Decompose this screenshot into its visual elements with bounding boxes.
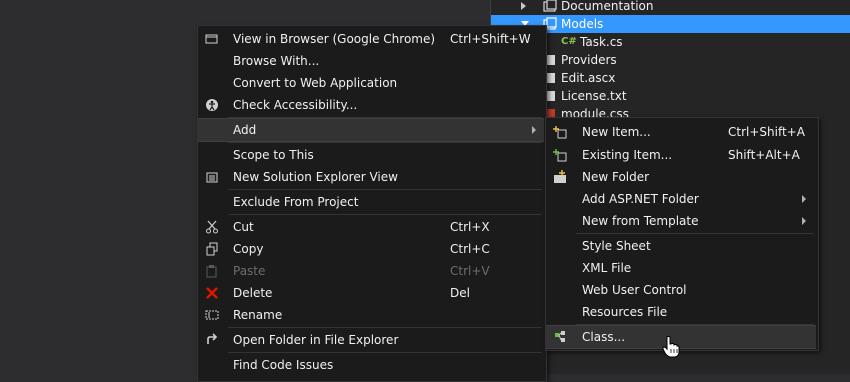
menu-item-label: Delete [233, 286, 273, 300]
folder-icon [543, 0, 557, 13]
tree-item-label: Task.cs [580, 35, 623, 49]
menu-item-label: Web User Control [582, 283, 687, 297]
menu-item-label: New from Template [582, 214, 699, 228]
tree-item-label: Edit.ascx [561, 71, 616, 85]
copy-icon [204, 242, 220, 256]
menu-item-label: View in Browser (Google Chrome) [233, 32, 436, 46]
submenu-item-web-user-control[interactable]: Web User Control [546, 279, 816, 301]
submenu-item-resources-file[interactable]: Resources File [546, 301, 816, 323]
menu-item-label: Convert to Web Application [233, 76, 398, 90]
menu-item-label: Existing Item... [582, 148, 673, 162]
submenu-item-new-item[interactable]: New Item... Ctrl+Shift+A [546, 121, 816, 143]
menu-item-label: Paste [233, 264, 266, 278]
expand-arrow-icon[interactable] [521, 2, 526, 10]
menu-item-label: Exclude From Project [233, 195, 359, 209]
menu-item-label: Copy [233, 242, 264, 256]
menu-item-label: XML File [582, 261, 632, 275]
menu-item-label: Add ASP.NET Folder [582, 192, 699, 206]
menu-item-cut[interactable]: Cut Ctrl+X [198, 216, 544, 238]
menu-item-label: Style Sheet [582, 239, 651, 253]
menu-item-find-code-issues[interactable]: Find Code Issues [198, 354, 544, 376]
menu-item-new-solution-explorer-view[interactable]: New Solution Explorer View [198, 166, 544, 188]
menu-item-label: New Item... [582, 125, 651, 139]
browser-icon [204, 32, 220, 46]
shortcut-label: Ctrl+C [450, 242, 490, 256]
submenu-item-style-sheet[interactable]: Style Sheet [546, 235, 816, 257]
tree-item-label: License.txt [561, 89, 627, 103]
menu-item-add[interactable]: Add [198, 118, 544, 142]
delete-x-icon [204, 286, 220, 300]
submenu-item-class[interactable]: Class... [546, 325, 816, 349]
menu-item-label: Add [233, 123, 257, 137]
menu-item-browse-with[interactable]: Browse With... [198, 50, 544, 72]
menu-separator [228, 352, 542, 353]
menu-item-check-accessibility[interactable]: Check Accessibility... [198, 94, 544, 116]
menu-item-label: Rename [233, 308, 283, 322]
submenu-arrow-icon [802, 217, 806, 225]
menu-item-label: Open Folder in File Explorer [233, 333, 399, 347]
menu-separator [228, 327, 542, 328]
menu-item-label: Resources File [582, 305, 668, 319]
submenu-item-xml-file[interactable]: XML File [546, 257, 816, 279]
submenu-item-new-from-template[interactable]: New from Template [546, 210, 816, 232]
menu-item-label: Browse With... [233, 54, 320, 68]
menu-item-label: Cut [233, 220, 254, 234]
rename-icon [204, 308, 220, 322]
menu-item-label: Find Code Issues [233, 358, 334, 372]
class-icon [552, 330, 568, 344]
menu-separator [228, 142, 542, 143]
tree-item-label: Providers [561, 53, 617, 67]
shortcut-label: Del [450, 286, 470, 300]
paste-icon [204, 264, 220, 278]
menu-item-label: New Folder [582, 170, 650, 184]
menu-item-copy[interactable]: Copy Ctrl+C [198, 238, 544, 260]
menu-item-convert-to-web-application[interactable]: Convert to Web Application [198, 72, 544, 94]
menu-item-delete[interactable]: Delete Del [198, 282, 544, 304]
existing-item-icon [552, 148, 568, 162]
menu-separator [576, 233, 814, 234]
shortcut-label: Shift+Alt+A [728, 148, 800, 162]
tree-item-label: Models [561, 17, 604, 31]
add-submenu: New Item... Ctrl+Shift+A Existing Item..… [545, 117, 819, 351]
open-folder-arrow-icon [204, 333, 220, 347]
shortcut-label: Ctrl+X [450, 220, 490, 234]
accessibility-icon [204, 98, 220, 112]
menu-item-rename[interactable]: Rename [198, 304, 544, 326]
submenu-arrow-icon [802, 195, 806, 203]
tree-item-label: Documentation [561, 0, 654, 13]
shortcut-label: Ctrl+V [450, 264, 490, 278]
context-menu: View in Browser (Google Chrome) Ctrl+Shi… [197, 25, 547, 382]
new-view-icon [204, 170, 220, 184]
menu-item-scope-to-this[interactable]: Scope to This [198, 144, 544, 166]
submenu-item-existing-item[interactable]: Existing Item... Shift+Alt+A [546, 144, 816, 166]
menu-separator [228, 214, 542, 215]
shortcut-label: Ctrl+Shift+A [728, 125, 805, 139]
hand-pointer-cursor-icon [662, 336, 680, 361]
submenu-item-new-folder[interactable]: New Folder [546, 166, 816, 188]
tree-item-documentation[interactable]: Documentation [491, 0, 850, 15]
menu-item-label: New Solution Explorer View [233, 170, 398, 184]
new-folder-icon [552, 170, 568, 184]
submenu-arrow-icon [532, 126, 536, 134]
submenu-item-add-aspnet-folder[interactable]: Add ASP.NET Folder [546, 188, 816, 210]
menu-item-label: Scope to This [233, 148, 314, 162]
menu-item-view-in-browser[interactable]: View in Browser (Google Chrome) Ctrl+Shi… [198, 28, 544, 50]
shortcut-label: Ctrl+Shift+W [450, 32, 531, 46]
new-item-icon [552, 125, 568, 139]
menu-item-label: Class... [582, 330, 626, 344]
menu-item-open-folder-in-file-explorer[interactable]: Open Folder in File Explorer [198, 329, 544, 351]
menu-separator [228, 189, 542, 190]
menu-item-exclude-from-project[interactable]: Exclude From Project [198, 191, 544, 213]
menu-item-label: Check Accessibility... [233, 98, 358, 112]
scissors-icon [204, 220, 220, 234]
csharp-file-icon: C# [561, 36, 577, 47]
menu-item-paste[interactable]: Paste Ctrl+V [198, 260, 544, 282]
